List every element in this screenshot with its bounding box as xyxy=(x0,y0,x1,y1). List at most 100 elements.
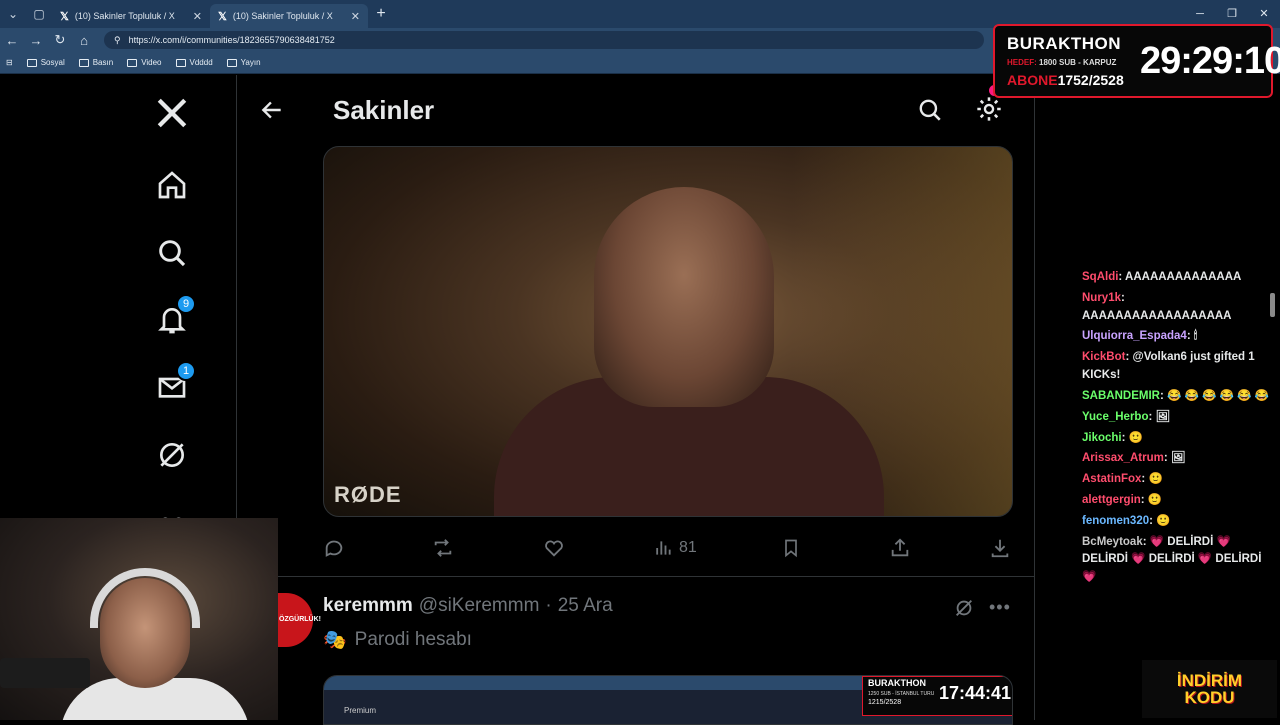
explore-search-icon[interactable] xyxy=(152,233,192,273)
views-bars-icon xyxy=(656,541,671,555)
overlay-timer: 29:29:10 xyxy=(1140,40,1280,82)
url-text: https://x.com/i/communities/182365579063… xyxy=(128,35,335,45)
main-column: Sakinler 18 RØDE xyxy=(237,75,1035,725)
tab-actions-chevron-icon[interactable]: ⌄ xyxy=(0,0,26,28)
chat-username[interactable]: SABANDEMIR xyxy=(1082,390,1160,402)
webcam-microphone xyxy=(0,658,90,688)
chat-separator: : xyxy=(1121,431,1129,444)
chat-text: 🙂 xyxy=(1156,514,1171,527)
bookmark-folder[interactable]: Video xyxy=(127,58,162,67)
chat-username[interactable]: Jikochi xyxy=(1082,432,1122,444)
chat-username[interactable]: Arissax_Atrum xyxy=(1082,452,1164,464)
chat-username[interactable]: Ulquiorra_Espada4 xyxy=(1082,330,1187,342)
avatar[interactable]: ÖZGÜRLÜK! xyxy=(277,593,321,647)
back-arrow-icon[interactable] xyxy=(259,97,285,128)
chat-text: 🕯 xyxy=(1193,330,1198,343)
x-favicon-icon: 𝕏 xyxy=(218,10,227,23)
subathon-overlay: BURAKTHON HEDEF: 1800 SUB - KARPUZ ABONE… xyxy=(993,24,1280,98)
close-tab-icon[interactable]: ✕ xyxy=(351,10,360,23)
chat-username[interactable]: SqAldi xyxy=(1082,271,1118,283)
workspaces-icon[interactable]: ▢ xyxy=(26,0,52,28)
chat-text: 🖼 xyxy=(1155,410,1171,423)
bookmark-folder[interactable]: Vdddd xyxy=(175,58,213,67)
chat-username[interactable]: alettgergin xyxy=(1082,494,1141,506)
bookmark-folder[interactable]: Yayın xyxy=(226,58,261,67)
bookmark-label: Basın xyxy=(92,58,114,67)
more-options-icon[interactable]: ••• xyxy=(989,597,1011,618)
reply-icon[interactable] xyxy=(323,533,345,563)
home-icon[interactable]: ⌂ xyxy=(72,33,96,48)
chat-separator: : xyxy=(1121,291,1125,304)
folder-icon xyxy=(175,58,186,67)
chat-message: BcMeytoak: 💗 DELİRDİ 💗 DELİRDİ 💗 DELİRDİ… xyxy=(1082,534,1277,587)
chat-separator: : xyxy=(1163,452,1171,465)
overlay-goal-value: 1800 SUB - KARPUZ xyxy=(1039,58,1117,67)
tweet-text: 🎭 Parodi hesabı xyxy=(323,628,472,652)
chat-username[interactable]: KickBot xyxy=(1082,351,1125,363)
bookmark-folder[interactable]: Basın xyxy=(78,58,114,67)
chat-message: Jikochi: 🙂 xyxy=(1082,430,1277,448)
bookmark-icon[interactable] xyxy=(781,533,801,563)
preview-overlay-timer: 17:44:41 xyxy=(939,683,1012,703)
close-tab-icon[interactable]: ✕ xyxy=(193,10,202,23)
overlay-name: BURAKTHON xyxy=(1007,34,1122,53)
overlay-sub-count: 1752/2528 xyxy=(1057,72,1124,88)
tweet-date[interactable]: 25 Ara xyxy=(558,595,613,617)
chat-message: Arissax_Atrum: 🖼 xyxy=(1082,450,1277,468)
tweet-divider xyxy=(277,576,1035,577)
bookmark-label: Yayın xyxy=(240,58,261,67)
overlay-sub-label: ABONE xyxy=(1007,72,1058,88)
chat-text: AAAAAAAAAAAAAAAAAA xyxy=(1082,309,1232,322)
settings-gear-icon[interactable]: 18 xyxy=(975,85,1009,128)
x-logo-icon[interactable] xyxy=(152,93,192,133)
media-person-head xyxy=(594,187,774,407)
display-name[interactable]: keremmm xyxy=(323,595,413,617)
overlay-goal-label: HEDEF: xyxy=(1007,58,1037,67)
browser-tab-1[interactable]: 𝕏 (10) Sakinler Topluluk / X ✕ xyxy=(52,4,210,28)
download-icon[interactable] xyxy=(989,533,1011,563)
tweet-video-media[interactable]: RØDE xyxy=(323,146,1013,517)
bookmark-folder[interactable]: Sosyal xyxy=(26,58,65,67)
user-handle[interactable]: @siKeremmm xyxy=(419,595,540,617)
chat-username[interactable]: Yuce_Herbo xyxy=(1082,411,1148,423)
browser-tab-2[interactable]: 𝕏 (10) Sakinler Topluluk / X ✕ xyxy=(210,4,368,28)
preview-overlay: BURAKTHON 1250 SUB - İSTANBUL TURU 1215/… xyxy=(862,676,1012,716)
bookmark-label: Sosyal xyxy=(40,58,65,67)
forward-icon[interactable]: → xyxy=(24,33,48,48)
chat-username[interactable]: fenomen320 xyxy=(1082,515,1149,527)
overlay-goal: HEDEF: 1800 SUB - KARPUZ xyxy=(1007,58,1116,67)
grok-icon[interactable] xyxy=(152,435,192,475)
chat-message: alettgergin: 🙂 xyxy=(1082,492,1277,510)
messages-badge: 1 xyxy=(176,361,196,381)
new-tab-button[interactable]: + xyxy=(368,5,394,23)
chat-username[interactable]: AstatinFox xyxy=(1082,473,1141,485)
promo-line2: KODU xyxy=(1184,688,1235,707)
chat-separator: : xyxy=(1159,389,1167,402)
x-favicon-icon: 𝕏 xyxy=(60,10,69,23)
folder-icon xyxy=(226,58,237,67)
overlay-subs: ABONE1752/2528 xyxy=(1007,72,1124,88)
messages-envelope-icon[interactable]: 1 xyxy=(152,361,196,407)
bookmarks-menu-icon[interactable]: ⊟ xyxy=(6,58,13,67)
url-field[interactable]: ⚲ https://x.com/i/communities/1823655790… xyxy=(104,31,984,49)
chat-separator: : xyxy=(1148,410,1156,423)
preview-overlay-name: BURAKTHON xyxy=(868,678,926,688)
chat-scrollbar[interactable] xyxy=(1270,293,1275,317)
back-icon[interactable]: ← xyxy=(0,33,24,48)
home-nav-icon[interactable] xyxy=(152,165,192,205)
chat-text: 🖼 xyxy=(1170,452,1186,465)
site-info-icon[interactable]: ⚲ xyxy=(114,35,121,46)
views-analytics-button[interactable]: 81 xyxy=(653,533,697,563)
chat-username[interactable]: BcMeytoak xyxy=(1082,536,1143,548)
stream-chat: SqAldi: AAAAAAAAAAAAAA Nury1k: AAAAAAAAAA… xyxy=(1082,269,1277,590)
retweet-icon[interactable] xyxy=(431,533,455,563)
like-heart-icon[interactable] xyxy=(543,533,565,563)
reload-icon[interactable]: ↻ xyxy=(48,32,72,48)
chat-message: Nury1k: AAAAAAAAAAAAAAAAAA xyxy=(1082,290,1277,326)
chat-username[interactable]: Nury1k xyxy=(1082,292,1121,304)
share-icon[interactable] xyxy=(889,533,911,563)
search-icon[interactable] xyxy=(917,97,943,128)
tweet-image-preview[interactable]: Premium BURAKTHON 1250 SUB - İSTANBUL TU… xyxy=(323,675,1013,725)
grok-explain-icon[interactable] xyxy=(953,597,975,624)
notifications-bell-icon[interactable]: 9 xyxy=(152,294,196,340)
